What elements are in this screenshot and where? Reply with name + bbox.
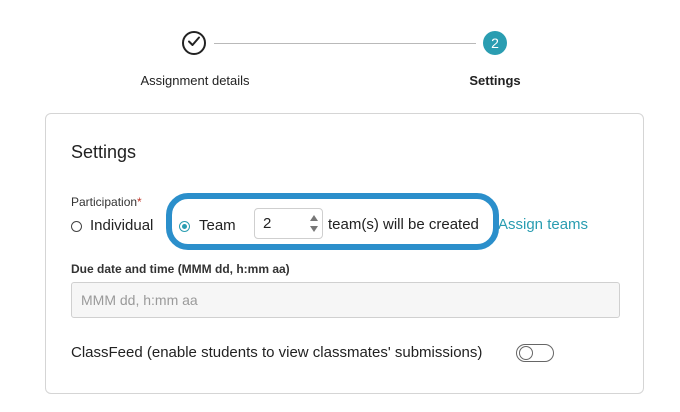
stepper-connector-line <box>214 43 476 44</box>
assign-teams-link[interactable]: Assign teams <box>498 216 588 233</box>
radio-team-label[interactable]: Team <box>199 217 236 234</box>
settings-card: Settings Participation* Individual Team … <box>45 113 644 394</box>
increment-arrow-icon[interactable] <box>310 215 318 221</box>
step-label-assignment-details: Assignment details <box>140 73 250 88</box>
toggle-knob <box>519 346 533 360</box>
decrement-arrow-icon[interactable] <box>310 226 318 232</box>
check-icon <box>187 34 201 53</box>
classfeed-toggle[interactable] <box>516 344 554 362</box>
step-number-indicator: 2 <box>483 31 507 55</box>
required-marker: * <box>137 195 142 209</box>
due-date-label: Due date and time (MMM dd, h:mm aa) <box>71 262 290 276</box>
step-label-settings: Settings <box>469 73 521 88</box>
team-count-stepper[interactable]: 2 <box>254 208 323 239</box>
due-date-input[interactable]: MMM dd, h:mm aa <box>71 282 620 318</box>
classfeed-label: ClassFeed (enable students to view class… <box>71 344 483 361</box>
radio-individual-label[interactable]: Individual <box>90 217 153 234</box>
card-title: Settings <box>71 142 137 162</box>
step-complete-indicator <box>182 31 206 55</box>
team-count-value[interactable]: 2 <box>263 215 271 232</box>
radio-individual[interactable] <box>71 221 82 232</box>
radio-team[interactable] <box>179 221 190 232</box>
participation-label: Participation* <box>71 195 142 209</box>
team-count-suffix: team(s) will be created <box>328 216 479 233</box>
